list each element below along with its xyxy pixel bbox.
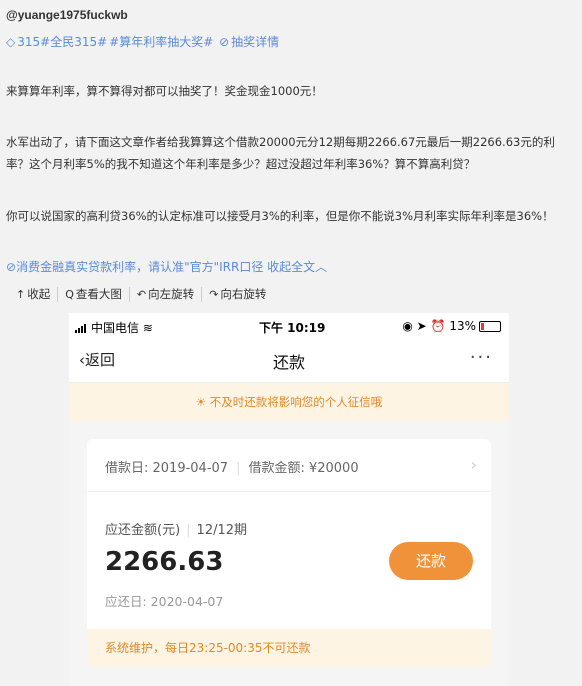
post-tags: ◇ 315#全民315# #算年利率抽大奖# ⊘ 抽奖详情 — [6, 33, 281, 50]
repay-button[interactable]: 还款 — [389, 542, 473, 580]
period-label: 12/12期 — [196, 523, 248, 538]
post-paragraph: 来算算年利率，算不算得对都可以抽奖了！奖金现金1000元！ — [6, 84, 323, 98]
status-time: 下午 10:19 — [259, 321, 326, 335]
weibo-post: @yuange1975fuckwb ◇ 315#全民315# #算年利率抽大奖# ⊘… — [0, 0, 582, 686]
loan-amount: 借款金额: ¥20000 — [248, 461, 359, 476]
rotate-left-icon: ↶ — [136, 288, 147, 301]
view-large-label: 查看大图 — [75, 287, 122, 301]
page-title: 还款 — [272, 353, 305, 372]
view-large-button[interactable]: Q 查看大图 — [57, 287, 129, 302]
tag-lottery-detail[interactable]: 抽奖详情 — [231, 35, 279, 49]
article-link-text[interactable]: 消费金融真实贷款利率，请认准"官方"IRR口径 收起全文 — [16, 260, 315, 274]
rotate-left-label: 向左旋转 — [148, 287, 195, 301]
nav-bar: ‹返回 还款 ··· — [69, 339, 509, 383]
lightbulb-icon: ☀ — [195, 395, 207, 409]
post-paragraph: 水军出动了，请下面这文章作者给我算算这个借款20000元分12期每期2266.6… — [6, 135, 555, 171]
credit-notice-text: 不及时还款将影响您的个人征信哦 — [209, 395, 383, 409]
arrow-up-icon: ↑ — [16, 288, 26, 301]
post-author[interactable]: @yuange1975fuckwb — [6, 8, 128, 22]
rotate-left-button[interactable]: ↶ 向左旋转 — [128, 287, 201, 302]
rotate-right-icon: ↷ — [209, 288, 219, 301]
tag-315[interactable]: 315#全民315# — [17, 35, 107, 49]
alarm-icon: ⏰ — [430, 319, 446, 333]
loan-date: 借款日: 2019-04-07 — [105, 461, 229, 476]
lock-rotation-icon: ◉ — [402, 319, 413, 333]
phone-screenshot[interactable]: 中国电信 ≋ 下午 10:19 ◉ ➤ ⏰ 13% ‹返回 还款 ··· ☀ 不… — [69, 313, 509, 686]
more-icon[interactable]: ··· — [470, 347, 493, 368]
image-toolbar: ↑ 收起 Q 查看大图 ↶ 向左旋转 ↷ 向右旋转 — [16, 287, 273, 302]
collapse-button[interactable]: ↑ 收起 — [16, 287, 57, 302]
battery-icon — [479, 321, 501, 332]
tag-icon: ◇ — [6, 35, 16, 49]
post-paragraph: 你可以说国家的高利贷36%的认定标准可以接受月3%的利率，但是你不能说3%月利率… — [6, 209, 554, 223]
chevron-up-icon[interactable]: ︿ — [315, 260, 327, 274]
carrier-label: 中国电信 — [91, 321, 140, 335]
article-link[interactable]: ⊘消费金融真实贷款利率，请认准"官方"IRR口径 收起全文︿ — [6, 258, 327, 275]
rotate-right-button[interactable]: ↷ 向右旋转 — [201, 287, 273, 302]
link-icon: ⊘ — [219, 35, 230, 49]
due-date: 应还日: 2020-04-07 — [105, 594, 224, 609]
repayment-card: 借款日: 2019-04-07 | 借款金额: ¥20000 › 应还金额(元) | 1… — [87, 439, 491, 667]
due-amount: 2266.63 — [105, 547, 224, 577]
link-icon: ⊘ — [6, 260, 17, 274]
chevron-right-icon[interactable]: › — [471, 455, 477, 474]
collapse-label: 收起 — [27, 287, 51, 301]
rotate-right-label: 向右旋转 — [220, 287, 267, 301]
credit-notice: ☀ 不及时还款将影响您的个人征信哦 — [69, 383, 509, 421]
status-bar: 中国电信 ≋ 下午 10:19 ◉ ➤ ⏰ 13% — [69, 313, 509, 339]
maintenance-notice: 系统维护，每日23:25-00:35不可还款 — [87, 629, 491, 667]
due-amount-label: 应还金额(元) — [105, 523, 181, 538]
location-icon: ➤ — [416, 319, 427, 333]
battery-percent: 13% — [449, 319, 476, 333]
wifi-icon: ≋ — [142, 321, 153, 335]
signal-icon — [75, 322, 87, 336]
search-icon: Q — [65, 288, 74, 301]
divider — [87, 491, 491, 492]
loan-info-row[interactable]: 借款日: 2019-04-07 | 借款金额: ¥20000 — [105, 457, 359, 476]
tag-rate-lottery[interactable]: #算年利率抽大奖# — [109, 35, 213, 49]
